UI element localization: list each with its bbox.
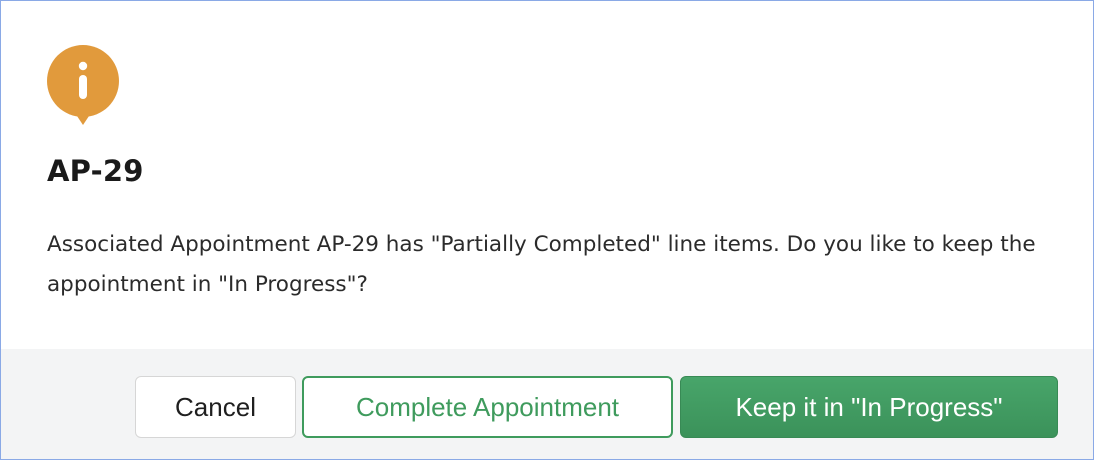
dialog-footer: Cancel Complete Appointment Keep it in "… bbox=[1, 349, 1093, 459]
complete-appointment-button[interactable]: Complete Appointment bbox=[302, 376, 673, 438]
confirmation-dialog: AP-29 Associated Appointment AP-29 has "… bbox=[0, 0, 1094, 460]
cancel-button[interactable]: Cancel bbox=[135, 376, 296, 438]
dialog-body: AP-29 Associated Appointment AP-29 has "… bbox=[1, 1, 1093, 349]
dialog-title: AP-29 bbox=[47, 154, 144, 188]
keep-in-progress-button[interactable]: Keep it in "In Progress" bbox=[680, 376, 1058, 438]
info-icon bbox=[47, 45, 119, 125]
dialog-message: Associated Appointment AP-29 has "Partia… bbox=[47, 232, 1036, 297]
